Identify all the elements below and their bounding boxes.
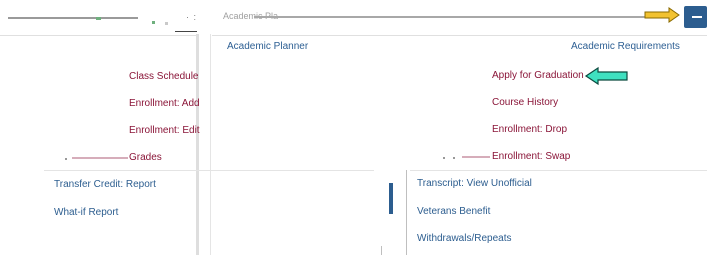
row-divider — [410, 170, 707, 171]
overlay-fragment — [72, 157, 128, 159]
status-dot — [152, 21, 155, 24]
apply-for-graduation-link[interactable]: Apply for Graduation — [492, 70, 584, 82]
arrow-right-icon — [644, 7, 680, 23]
column-divider — [381, 246, 382, 255]
academic-planner-heading[interactable]: Academic Planner — [227, 40, 308, 60]
veterans-benefit-link[interactable]: Veterans Benefit — [417, 206, 490, 218]
enrollment-edit-link[interactable]: Enrollment: Edit — [129, 125, 200, 137]
transfer-credit-report-link[interactable]: Transfer Credit: Report — [54, 179, 156, 191]
status-dot — [165, 22, 168, 25]
overlay-fragment — [443, 157, 445, 159]
row-divider — [44, 170, 374, 171]
course-history-link[interactable]: Course History — [492, 97, 558, 109]
header-divider — [0, 35, 196, 36]
arrow-left-icon — [584, 66, 628, 86]
overlay-fragment — [462, 156, 490, 158]
enrollment-drop-link[interactable]: Enrollment: Drop — [492, 124, 567, 136]
class-schedule-link[interactable]: Class Schedule — [129, 71, 198, 83]
active-tab-marker — [175, 31, 197, 32]
enrollment-add-link[interactable]: Enrollment: Add — [129, 98, 200, 110]
column-gutter — [196, 34, 199, 255]
menu-button[interactable] — [684, 6, 707, 28]
column-divider — [406, 170, 407, 255]
title-strike-line — [254, 16, 654, 18]
top-left-underline — [8, 17, 138, 19]
status-dot — [96, 17, 101, 20]
grades-link[interactable]: Grades — [129, 152, 162, 164]
menu-icon — [692, 16, 702, 18]
what-if-report-link[interactable]: What-if Report — [54, 207, 118, 219]
overlay-fragment — [65, 158, 67, 160]
top-navigation-bar: · : Academic Pla — [0, 0, 707, 34]
transcript-view-unofficial-link[interactable]: Transcript: View Unofficial — [417, 178, 532, 190]
student-center-page: · : Academic Pla Academic Planner Academ… — [0, 0, 707, 255]
overlay-fragment — [453, 157, 455, 159]
academic-requirements-heading[interactable]: Academic Requirements — [571, 40, 680, 60]
header-divider — [212, 35, 707, 36]
withdrawals-repeats-link[interactable]: Withdrawals/Repeats — [417, 233, 511, 245]
breadcrumb-glyph: · : — [186, 12, 197, 22]
enrollment-swap-link[interactable]: Enrollment: Swap — [492, 151, 570, 163]
column-gutter — [210, 34, 211, 255]
scroll-indicator[interactable] — [389, 183, 393, 214]
